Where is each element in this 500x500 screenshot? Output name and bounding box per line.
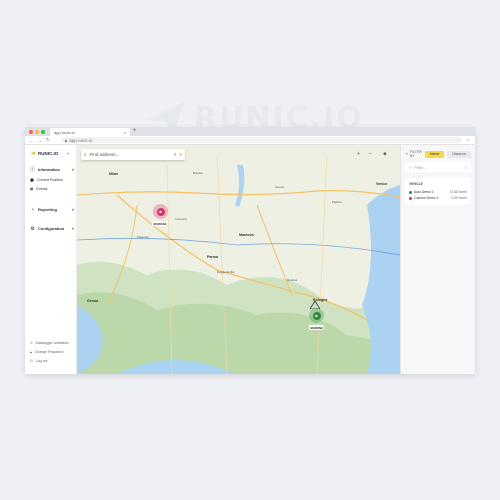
- search-icon: ⌕: [84, 152, 87, 157]
- clear-icon[interactable]: ×: [174, 152, 177, 157]
- app-area: RUNIC.IO « ⓘ Information ▾ ⬤ Current Pos…: [25, 145, 475, 374]
- zoom-out-button[interactable]: −: [369, 151, 372, 157]
- location-pin-icon: ⬤: [30, 178, 35, 182]
- city-label: Parma: [207, 255, 218, 259]
- sidebar-item-label: Reporting: [38, 207, 57, 212]
- town-label: Modena: [287, 278, 298, 282]
- town-label: Piacenza: [137, 235, 149, 239]
- vehicle-speed: 0.00 Km/h: [451, 196, 467, 200]
- town-label: Verona: [275, 185, 284, 189]
- city-label: Mantova: [239, 233, 254, 237]
- sidebar-item-current-position[interactable]: ⬤ Current Position: [30, 178, 74, 182]
- sidebar-footer-change-password[interactable]: 🔒︎ Change Password: [30, 350, 74, 354]
- filter-label-text: FILTER BY: [409, 150, 422, 158]
- map-view[interactable]: ⌕ Find address... × ● + − ◈ Milan Venice…: [77, 145, 400, 374]
- vehicle-status-dot: [409, 196, 412, 200]
- town-label: Brescia: [193, 171, 203, 175]
- vehicle-filter-input[interactable]: Filter...: [414, 165, 461, 170]
- key-icon: ⚿: [30, 341, 33, 345]
- map-canvas[interactable]: [77, 145, 400, 374]
- car-icon: ■: [312, 311, 321, 320]
- city-label: Milan: [109, 172, 119, 176]
- browser-toolbar: ← → ↻ 🔒︎ app.runic.io ☆ ⋮: [25, 136, 475, 145]
- filter-distance-button[interactable]: Distance: [447, 150, 471, 158]
- search-icon: ⌕: [409, 164, 412, 170]
- vehicle-filter-box[interactable]: ⌕ Filter... ×: [405, 162, 471, 172]
- url-text: app.runic.io: [69, 137, 93, 143]
- city-label: Venice: [376, 182, 388, 186]
- app-logo-text: RUNIC.IO: [38, 151, 59, 156]
- sidebar-item-information[interactable]: ⓘ Information ▾: [30, 167, 74, 173]
- vehicle-marker-label: MARONE: [309, 325, 325, 330]
- app-logo[interactable]: RUNIC.IO: [30, 151, 58, 156]
- chevron-down-icon: ▾: [71, 226, 74, 231]
- map-search-input[interactable]: Find address...: [90, 152, 171, 157]
- footer-item-label: Change Password: [34, 350, 64, 354]
- tab-close-icon[interactable]: ×: [124, 130, 126, 135]
- sidebar-item-label: Configuration: [38, 226, 65, 231]
- vehicle-marker[interactable]: ■: [153, 204, 168, 219]
- browser-menu-icon[interactable]: ⋮: [474, 137, 475, 143]
- gear-icon: ⚙: [30, 225, 35, 232]
- maximize-window-button[interactable]: [41, 129, 45, 134]
- calendar-icon: ▦: [30, 187, 34, 191]
- right-panel: ⩤ FILTER BY Name Distance ⌕ Filter... × …: [400, 145, 475, 374]
- lock-icon: 🔒︎: [64, 137, 68, 143]
- bookmark-star-icon[interactable]: ☆: [466, 137, 470, 143]
- footer-item-label: Log out: [35, 359, 48, 363]
- vehicle-marker-label: MARCIAS: [152, 221, 169, 226]
- browser-tab[interactable]: app.runic.io ×: [50, 128, 130, 136]
- new-tab-button[interactable]: +: [133, 128, 137, 134]
- town-label: Padova: [332, 200, 342, 204]
- sidebar-item-label: Events: [36, 187, 48, 191]
- vehicle-name: Auto Demo 1: [414, 190, 434, 194]
- chevron-down-icon: ▾: [71, 167, 74, 172]
- map-search-bar[interactable]: ⌕ Find address... × ●: [81, 149, 185, 160]
- layers-icon[interactable]: ◈: [383, 151, 387, 157]
- sidebar-footer-logout[interactable]: ⏻ Log out: [30, 359, 74, 363]
- vehicle-name: Camion Demo 1: [414, 196, 439, 200]
- sidebar-item-events[interactable]: ▦ Events: [30, 187, 74, 191]
- zoom-in-button[interactable]: +: [357, 151, 360, 157]
- info-icon: ⓘ: [30, 167, 36, 173]
- truck-icon: ■: [156, 207, 165, 216]
- paper-plane-icon: [30, 151, 36, 156]
- browser-titlebar: app.runic.io × +: [25, 127, 475, 136]
- browser-window: app.runic.io × + ← → ↻ 🔒︎ app.runic.io ☆…: [25, 127, 475, 374]
- forward-icon[interactable]: →: [38, 138, 43, 143]
- filter-label: ⩤ FILTER BY: [405, 150, 422, 158]
- footer-item-label: Datalogger Activation: [35, 341, 69, 345]
- minimize-window-button[interactable]: [35, 129, 39, 134]
- tab-title: app.runic.io: [54, 130, 75, 135]
- back-icon[interactable]: ←: [29, 138, 34, 143]
- sidebar-item-configuration[interactable]: ⚙ Configuration ▾: [30, 225, 74, 232]
- chart-icon: ◔: [30, 206, 35, 213]
- logout-icon: ⏻: [30, 359, 33, 363]
- clear-icon[interactable]: ×: [465, 165, 467, 170]
- vehicle-row[interactable]: Camion Demo 1 0.00 Km/h: [409, 195, 467, 201]
- vehicle-speed: 37.68 Km/h: [449, 190, 467, 194]
- street-view-icon[interactable]: ●: [179, 152, 182, 157]
- reload-icon[interactable]: ↻: [46, 137, 50, 143]
- collapse-sidebar-button[interactable]: «: [67, 151, 70, 157]
- sidebar-footer-datalogger[interactable]: ⚿ Datalogger Activation: [30, 341, 74, 345]
- town-label: Reggio Emilia: [217, 270, 235, 274]
- chevron-down-icon: ▾: [71, 207, 74, 212]
- vehicle-list-title: VEHICLE: [409, 182, 423, 186]
- close-window-button[interactable]: [29, 129, 33, 134]
- sidebar: RUNIC.IO « ⓘ Information ▾ ⬤ Current Pos…: [25, 145, 77, 374]
- vehicle-marker[interactable]: ■: [309, 308, 324, 323]
- filter-name-button[interactable]: Name: [425, 150, 445, 158]
- sidebar-item-label: Current Position: [37, 178, 63, 182]
- town-label: Cremona: [175, 217, 187, 221]
- lock-icon: 🔒︎: [30, 350, 32, 354]
- filter-row: ⩤ FILTER BY Name Distance: [405, 150, 471, 158]
- vehicle-list: VEHICLE Auto Demo 1 37.68 Km/h Camion De…: [405, 178, 471, 205]
- vehicle-status-dot: [409, 190, 412, 194]
- filter-icon: ⩤: [405, 152, 408, 156]
- address-bar[interactable]: 🔒︎ app.runic.io: [61, 137, 462, 143]
- city-label: Genoa: [87, 299, 99, 303]
- sidebar-item-reporting[interactable]: ◔ Reporting ▾: [30, 206, 74, 213]
- sidebar-item-label: Information: [38, 167, 60, 172]
